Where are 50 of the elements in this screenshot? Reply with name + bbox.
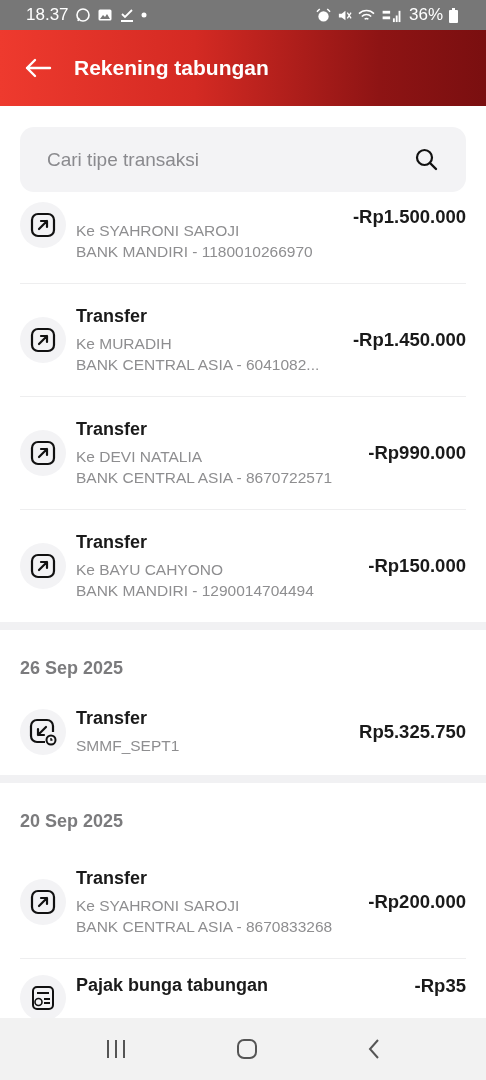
- battery-percent: 36%: [408, 5, 443, 25]
- transaction-detail: SMMF_SEPT1: [76, 736, 181, 756]
- transaction-item[interactable]: Ke SYAHRONI SAROJI BANK MANDIRI - 1180010266970 -Rp1.500.000: [20, 200, 466, 283]
- battery-icon: [449, 7, 458, 23]
- transaction-amount: -Rp150.000: [367, 555, 466, 577]
- transaction-detail: BANK MANDIRI - 1290014704494: [76, 580, 315, 601]
- date-heading: 20 Sep 2025: [20, 810, 125, 833]
- transaction-amount: -Rp990.000: [367, 442, 466, 464]
- transaction-amount: -Rp1.450.000: [351, 329, 466, 351]
- transaction-item[interactable]: Transfer Ke SYAHRONI SAROJI BANK CENTRAL ASIA - 8670833268 -Rp200.000: [20, 846, 466, 958]
- transaction-detail: Ke DEVI NATALIA: [76, 446, 204, 467]
- back-icon[interactable]: [367, 1038, 382, 1060]
- transaction-item[interactable]: Transfer Ke MURADIH BANK CENTRAL ASIA - 6041082... -Rp1.450.000: [20, 284, 466, 396]
- wifi-icon: [357, 7, 375, 23]
- transaction-amount: Rp5.325.750: [358, 721, 466, 743]
- alarm-icon: [315, 7, 331, 23]
- search-field[interactable]: Cari tipe transaksi: [20, 127, 466, 192]
- transaction-title: Transfer: [76, 418, 149, 440]
- date-heading: 26 Sep 2025: [20, 657, 125, 680]
- transaction-amount: -Rp1.500.000: [351, 205, 466, 228]
- transaction-detail: Ke BAYU CAHYONO: [76, 559, 224, 580]
- transaction-item[interactable]: Transfer SMMF_SEPT1 Rp5.325.750: [20, 693, 466, 775]
- transaction-detail: BANK CENTRAL ASIA - 8670833268: [76, 916, 334, 937]
- transaction-detail: BANK CENTRAL ASIA - 8670722571: [76, 467, 334, 488]
- home-icon[interactable]: [236, 1038, 258, 1060]
- dot-icon: [140, 12, 147, 18]
- recent-apps-icon[interactable]: [104, 1039, 127, 1059]
- image-icon: [96, 7, 113, 23]
- incoming-arrow-icon: [29, 718, 57, 746]
- receipt-icon: [30, 985, 56, 1011]
- transaction-title: Transfer: [76, 531, 149, 553]
- transaction-amount: -Rp200.000: [367, 891, 466, 913]
- transaction-detail: Ke MURADIH: [76, 333, 173, 354]
- transaction-detail: Ke SYAHRONI SAROJI: [76, 895, 241, 916]
- download-icon: [118, 7, 135, 23]
- transaction-title: Transfer: [76, 305, 149, 327]
- transaction-title: Transfer: [76, 708, 149, 729]
- transaction-detail: BANK CENTRAL ASIA - 6041082...: [76, 354, 321, 375]
- status-time: 18.37: [26, 5, 69, 25]
- transaction-title: Transfer: [76, 867, 149, 889]
- transaction-detail: BANK MANDIRI - 1180010266970: [76, 242, 314, 262]
- transaction-item[interactable]: Transfer Ke BAYU CAHYONO BANK MANDIRI - 1290014704494 -Rp150.000: [20, 510, 466, 622]
- page-title: Rekening tabungan: [74, 56, 269, 80]
- chat-icon: [74, 7, 91, 23]
- transaction-amount: -Rp35: [413, 975, 466, 997]
- transaction-item[interactable]: Transfer Ke DEVI NATALIA BANK CENTRAL ASIA - 8670722571 -Rp990.000: [20, 397, 466, 509]
- transaction-detail: Ke SYAHRONI SAROJI: [76, 221, 241, 241]
- search-icon: [414, 147, 438, 171]
- transaction-title: Pajak bunga tabungan: [76, 975, 270, 996]
- transaction-item[interactable]: Pajak bunga tabungan -Rp35: [20, 959, 466, 1018]
